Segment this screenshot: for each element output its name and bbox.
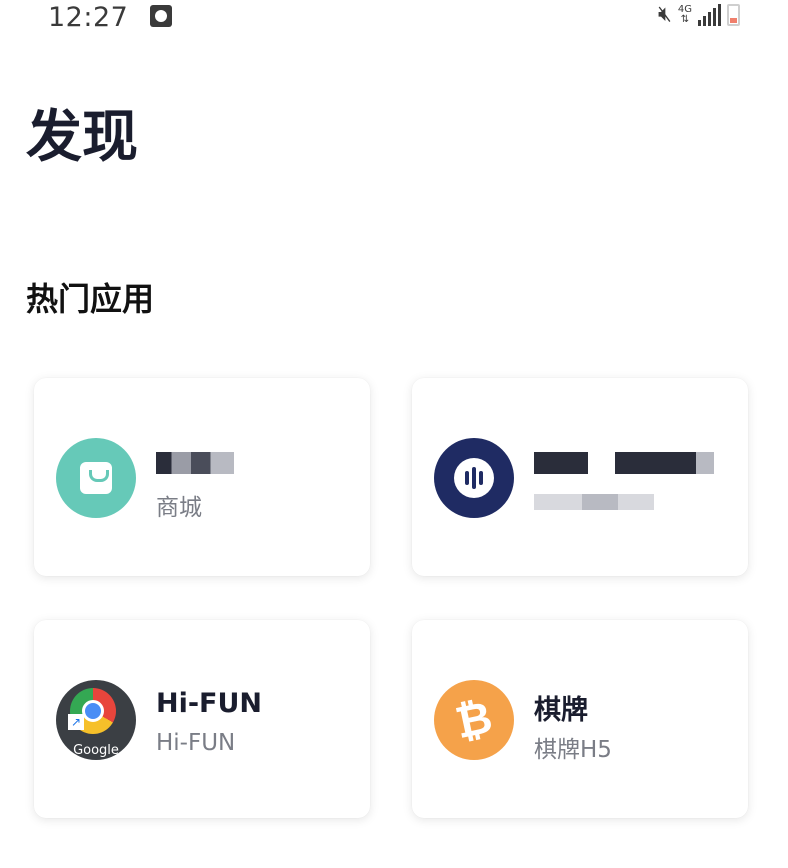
redacted-name	[156, 451, 234, 474]
redacted-subtitle	[534, 493, 654, 510]
status-time: 12:27	[48, 2, 129, 33]
mute-icon: 🔇︎	[658, 2, 672, 27]
app-name	[534, 446, 714, 477]
app-subtitle: Hi-FUN	[156, 730, 236, 756]
clock-icon	[150, 5, 172, 27]
app-card-hi-fun[interactable]: ↗ Google Hi-FUN Hi-FUN	[34, 620, 370, 818]
redacted-name	[534, 451, 714, 474]
app-name: 棋牌	[534, 695, 588, 726]
app-name	[156, 446, 234, 477]
status-icons: 🔇︎ 4G ⇅	[658, 2, 740, 27]
icon-label: Google	[73, 743, 119, 758]
google-chrome-icon: ↗ Google	[56, 680, 136, 760]
shortcut-arrow-icon: ↗	[68, 714, 84, 730]
app-card-qipai[interactable]: ₿ 棋牌 棋牌H5	[412, 620, 748, 818]
battery-icon	[727, 3, 740, 26]
app-card-node[interactable]	[412, 378, 748, 576]
data-arrows-icon: ⇅	[680, 13, 690, 25]
app-name: Hi-FUN	[156, 688, 263, 719]
app-subtitle: 棋牌H5	[534, 737, 612, 763]
signal-icon	[698, 3, 721, 26]
bitcoin-glyph: ₿	[451, 691, 497, 749]
app-subtitle	[534, 488, 654, 514]
node-icon	[434, 438, 514, 518]
bitcoin-icon: ₿	[434, 680, 514, 760]
app-card-mall[interactable]: 商城	[34, 378, 370, 576]
page-title: 发现	[26, 105, 138, 170]
status-bar: 12:27 🔇︎ 4G ⇅	[0, 0, 788, 36]
network-indicator: 4G ⇅	[677, 3, 692, 25]
section-title-hot-apps: 热门应用	[26, 280, 155, 318]
network-type: 4G	[677, 3, 692, 15]
shopping-bag-icon	[56, 438, 136, 518]
app-subtitle: 商城	[156, 495, 202, 521]
